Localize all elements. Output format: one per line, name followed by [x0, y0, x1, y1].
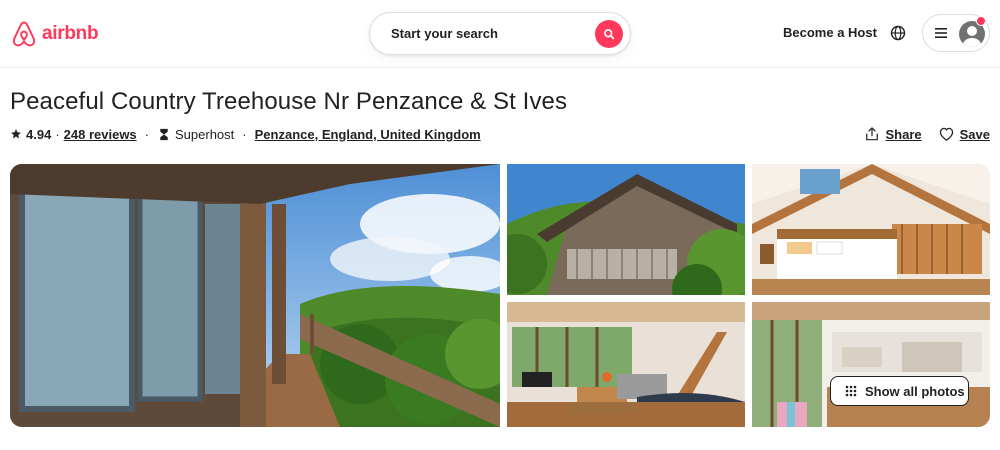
- rating-value: 4.94: [26, 126, 52, 142]
- become-host-link[interactable]: Become a Host: [783, 25, 877, 40]
- listing-title: Peaceful Country Treehouse Nr Penzance &…: [10, 88, 568, 115]
- gallery-photo-5[interactable]: [752, 302, 990, 427]
- meta-separator: ·: [242, 126, 247, 142]
- globe-icon[interactable]: [890, 25, 906, 41]
- hamburger-icon: [935, 28, 947, 38]
- listing-meta: 4.94 · 248 reviews · Superhost · Penzanc…: [10, 125, 481, 143]
- star-icon: [11, 129, 21, 139]
- meta-separator: ·: [144, 126, 150, 142]
- save-label: Save: [959, 126, 990, 142]
- search-icon: [604, 29, 615, 40]
- superhost-label: Superhost: [175, 126, 235, 142]
- location-link[interactable]: Penzance, England, United Kingdom: [255, 127, 481, 142]
- listing-actions: Share Save: [865, 125, 990, 143]
- share-button[interactable]: Share: [865, 126, 922, 142]
- brand-name: airbnb: [42, 23, 99, 44]
- airbnb-logo-icon: [12, 21, 36, 47]
- reviews-link[interactable]: 248 reviews: [64, 127, 137, 142]
- gallery-photo-main[interactable]: [10, 164, 500, 427]
- gallery-photo-4[interactable]: [507, 302, 745, 427]
- search-placeholder: Start your search: [391, 26, 498, 41]
- search-bar[interactable]: Start your search: [369, 12, 631, 55]
- save-button[interactable]: Save: [939, 127, 990, 142]
- gallery-photo-2[interactable]: [507, 164, 745, 295]
- share-label: Share: [885, 126, 922, 142]
- show-all-photos-button[interactable]: Show all photos: [830, 376, 969, 406]
- show-all-photos-label: Show all photos: [865, 383, 965, 399]
- superhost-badge-icon: [160, 128, 168, 140]
- top-nav: airbnb Start your search Become a Host: [0, 0, 1000, 68]
- heart-icon: [939, 127, 953, 141]
- airbnb-logo[interactable]: airbnb: [10, 19, 99, 49]
- grid-dots-icon: [845, 385, 857, 397]
- search-button[interactable]: [595, 20, 623, 48]
- gallery-photo-3[interactable]: [752, 164, 990, 295]
- notification-dot: [976, 16, 986, 26]
- meta-separator: ·: [55, 126, 60, 142]
- share-icon: [866, 127, 879, 141]
